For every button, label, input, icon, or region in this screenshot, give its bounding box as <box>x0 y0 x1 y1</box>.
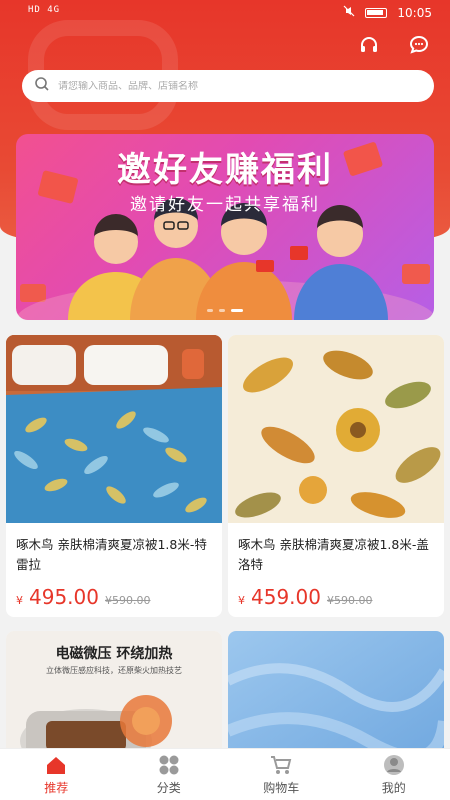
original-price: ¥590.00 <box>326 594 373 607</box>
bottom-tab-bar: 推荐 分类 购物车 我的 <box>0 748 450 800</box>
tab-home[interactable]: 推荐 <box>0 749 113 800</box>
image-caption: 立体微压感应科技，还原柴火加热技艺 <box>46 666 182 675</box>
tab-cart[interactable]: 购物车 <box>225 749 338 800</box>
tab-label: 购物车 <box>263 780 300 795</box>
banner-dot-active <box>231 309 243 312</box>
image-heading: 电磁微压 环绕加热 <box>55 646 173 662</box>
original-price: ¥590.00 <box>104 594 151 607</box>
category-grid-icon <box>159 755 179 774</box>
battery-icon <box>365 7 388 18</box>
price-currency: ¥ <box>238 594 245 607</box>
product-card[interactable]: 啄木鸟 亲肤棉清爽夏凉被1.8米-盖洛特 ¥ 459.00 ¥590.00 <box>228 335 444 617</box>
product-price: 459.00 <box>251 585 321 609</box>
price-currency: ¥ <box>16 594 23 607</box>
search-input[interactable] <box>58 80 378 92</box>
chat-bubble-icon[interactable] <box>406 32 432 58</box>
product-name: 啄木鸟 亲肤棉清爽夏凉被1.8米-盖洛特 <box>238 537 429 572</box>
cart-icon <box>271 755 292 774</box>
banner-pagination <box>16 309 434 312</box>
banner-dot <box>207 309 213 312</box>
promo-banner[interactable]: 邀好友赚福利 邀请好友一起共享福利 <box>16 134 434 320</box>
tab-label: 推荐 <box>44 780 69 795</box>
headset-icon[interactable] <box>356 32 382 58</box>
product-name: 啄木鸟 亲肤棉清爽夏凉被1.8米-特雷拉 <box>16 537 207 572</box>
mute-icon <box>343 5 355 20</box>
home-icon <box>47 756 66 774</box>
status-time: 10:05 <box>397 5 432 20</box>
product-card[interactable]: 啄木鸟 亲肤棉清爽夏凉被1.8米-特雷拉 ¥ 495.00 ¥590.00 <box>6 335 222 617</box>
tab-category[interactable]: 分类 <box>113 749 226 800</box>
search-bar[interactable] <box>22 70 434 102</box>
banner-subtitle: 邀请好友一起共享福利 <box>130 195 320 215</box>
banner-dot <box>219 309 225 312</box>
tab-profile[interactable]: 我的 <box>338 749 450 800</box>
signal-indicator: HD 4G <box>28 5 61 15</box>
search-icon <box>34 76 50 96</box>
product-image <box>228 335 444 523</box>
profile-icon <box>383 754 404 775</box>
tab-label: 分类 <box>156 780 181 795</box>
product-image <box>6 335 222 523</box>
product-price: 495.00 <box>29 585 99 609</box>
tab-label: 我的 <box>381 780 406 795</box>
banner-title: 邀好友赚福利 <box>117 150 333 190</box>
status-bar: HD 4G 10:05 <box>0 0 450 26</box>
